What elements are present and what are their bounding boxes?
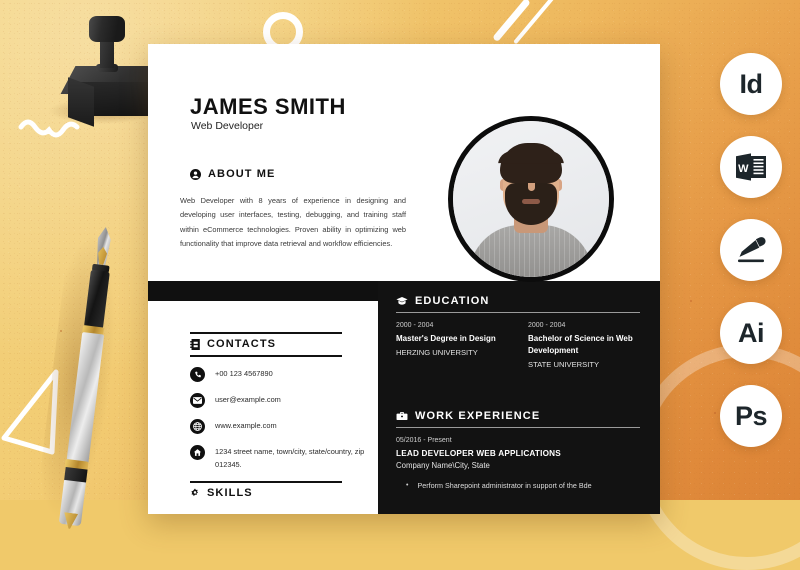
- briefcase-icon: [396, 412, 408, 420]
- work-experience-label: WORK EXPERIENCE: [415, 410, 541, 422]
- avatar: [448, 116, 614, 282]
- svg-text:W: W: [738, 163, 749, 175]
- resume-page: JAMES SMITH Web Developer ABOUT ME Web D…: [148, 44, 660, 514]
- rubber-stamp-object: [60, 16, 160, 127]
- work-bullet-text: Perform Sharepoint administrator in supp…: [417, 481, 592, 490]
- phone-icon: [190, 367, 205, 382]
- contacts-rule-top: [190, 332, 342, 334]
- page-right-column: [378, 281, 660, 514]
- education-degree: Master's Degree in Design: [396, 334, 496, 343]
- education-entry: 2000 - 2004 Master's Degree in Design HE…: [396, 322, 512, 369]
- work-experience-rule: [396, 427, 640, 429]
- pen-nib-icon: [738, 237, 766, 263]
- skills-rule-top: [190, 481, 342, 483]
- about-me-heading: ABOUT ME: [190, 168, 275, 180]
- education-dates: 2000 - 2004: [528, 322, 566, 329]
- contacts-label: CONTACTS: [207, 338, 277, 350]
- portrait-photo: [453, 121, 609, 277]
- indesign-icon: Id: [739, 68, 764, 99]
- bullet-marker: •: [406, 482, 409, 489]
- education-label: EDUCATION: [415, 295, 490, 307]
- contacts-heading: CONTACTS: [190, 338, 276, 350]
- list-item[interactable]: www.example.com: [190, 419, 376, 434]
- badge-photoshop[interactable]: Ps: [720, 385, 782, 447]
- illustrator-icon: Ai: [738, 317, 765, 348]
- microsoft-word-icon: W: [736, 153, 766, 181]
- photoshop-icon: Ps: [734, 400, 768, 431]
- skills-label: SKILLS: [207, 487, 253, 499]
- about-me-label: ABOUT ME: [208, 168, 276, 180]
- home-icon: [190, 445, 205, 460]
- badge-indesign[interactable]: Id: [720, 53, 782, 115]
- work-company: Company Name\City, State: [396, 461, 490, 470]
- about-me-text: Web Developer with 8 years of experience…: [180, 196, 406, 249]
- badge-word[interactable]: W: [720, 136, 782, 198]
- badge-pages[interactable]: [720, 219, 782, 281]
- education-school: STATE UNIVERSITY: [528, 360, 600, 369]
- work-experience-heading: WORK EXPERIENCE: [396, 410, 540, 422]
- list-item-label: user@example.com: [215, 395, 281, 404]
- education-degree: Bachelor of Science in Web Development: [528, 334, 633, 355]
- list-item-label: 1234 street name, town/city, state/count…: [215, 447, 365, 469]
- contacts-list: +00 123 4567890 user@example.com www.exa…: [190, 367, 376, 483]
- contacts-rule-bottom: [190, 355, 342, 357]
- globe-icon: [190, 419, 205, 434]
- education-entries: 2000 - 2004 Master's Degree in Design HE…: [396, 322, 644, 369]
- education-rule: [396, 312, 640, 314]
- page-title: JAMES SMITH: [190, 94, 346, 119]
- work-dates: 05/2016 - Present: [396, 437, 452, 444]
- skills-heading: SKILLS: [190, 487, 253, 499]
- list-item[interactable]: 1234 street name, town/city, state/count…: [190, 445, 376, 472]
- education-dates: 2000 - 2004: [396, 322, 434, 329]
- education-entry: 2000 - 2004 Bachelor of Science in Web D…: [528, 322, 644, 369]
- user-icon: [190, 168, 201, 180]
- gear-icon: [191, 488, 198, 497]
- graduation-cap-icon: [396, 297, 408, 305]
- job-role-subtitle: Web Developer: [191, 120, 264, 132]
- list-item[interactable]: +00 123 4567890: [190, 367, 376, 382]
- list-item-label: www.example.com: [215, 421, 277, 430]
- list-item-label: +00 123 4567890: [215, 369, 273, 378]
- education-school: HERZING UNIVERSITY: [396, 348, 478, 357]
- texture-speck: [690, 300, 692, 302]
- work-bullet: • Perform Sharepoint administrator in su…: [406, 481, 646, 492]
- email-icon: [190, 393, 205, 408]
- badge-illustrator[interactable]: Ai: [720, 302, 782, 364]
- work-job-title: LEAD DEVELOPER WEB APPLICATIONS: [396, 449, 561, 458]
- education-heading: EDUCATION: [396, 295, 489, 307]
- address-book-icon: [190, 338, 200, 350]
- list-item[interactable]: user@example.com: [190, 393, 376, 408]
